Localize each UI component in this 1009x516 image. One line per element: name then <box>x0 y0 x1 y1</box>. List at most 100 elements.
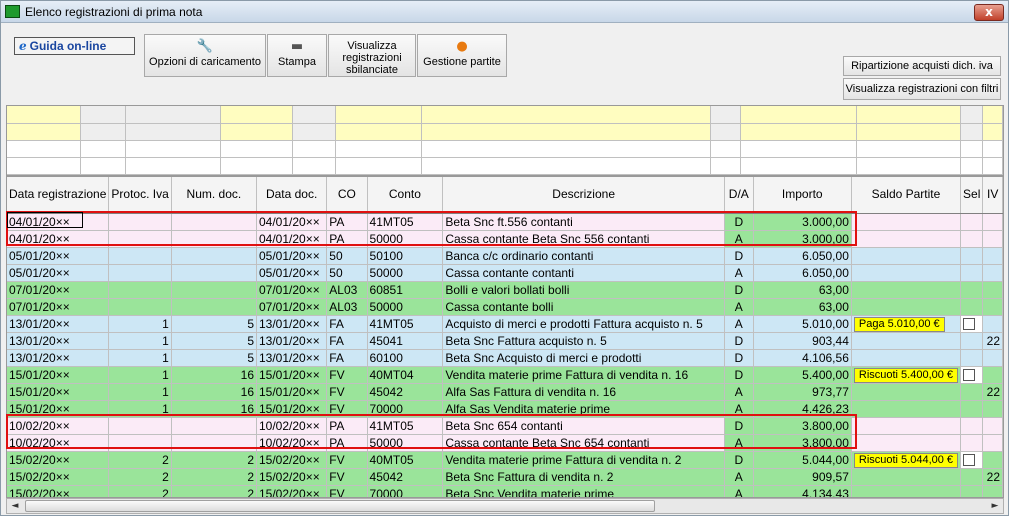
cell-conto[interactable]: 50000 <box>367 264 444 282</box>
cell-co[interactable]: PA <box>326 434 368 452</box>
cell-desc[interactable]: Alfa Sas Fattura di vendita n. 16 <box>442 383 725 401</box>
table-row[interactable]: 05/01/20×× 05/01/20×× 50 50100 Banca c/c ord… <box>7 247 1003 265</box>
cell-co[interactable]: FV <box>326 383 368 401</box>
filter-cell[interactable] <box>856 140 961 158</box>
cell-num[interactable] <box>171 213 258 231</box>
filter-cell[interactable] <box>7 106 82 124</box>
cell-da[interactable]: A <box>724 383 754 401</box>
cell-sel[interactable] <box>960 281 984 299</box>
sel-checkbox[interactable] <box>963 454 976 467</box>
filter-cell[interactable] <box>7 123 82 141</box>
cell-co[interactable]: AL03 <box>326 298 368 316</box>
cell-imp[interactable]: 4.426,23 <box>753 400 852 418</box>
filter-cell[interactable] <box>960 123 983 141</box>
table-row[interactable]: 15/01/20×× 1 16 15/01/20×× FV 40MT04 Vendita m… <box>7 366 1003 384</box>
cell-sel[interactable] <box>960 264 984 282</box>
cell-prot[interactable] <box>108 247 172 265</box>
cell-imp[interactable]: 63,00 <box>753 281 852 299</box>
cell-num[interactable] <box>171 281 258 299</box>
cell-da[interactable]: D <box>724 213 754 231</box>
cell-imp[interactable]: 909,57 <box>753 468 852 486</box>
scroll-left-icon[interactable]: ◄ <box>7 499 23 513</box>
cell-num[interactable]: 16 <box>171 366 258 384</box>
cell-imp[interactable]: 6.050,00 <box>753 247 852 265</box>
cell-desc[interactable]: Beta Snc 654 contanti <box>442 417 725 435</box>
table-row[interactable]: 07/01/20×× 07/01/20×× AL03 50000 Cassa conta… <box>7 298 1003 316</box>
cell-datadoc[interactable]: 07/01/20×× <box>256 298 328 316</box>
cell-desc[interactable]: Acquisto di merci e prodotti Fattura acq… <box>442 315 725 333</box>
filter-cell[interactable] <box>125 140 222 158</box>
cell-datadoc[interactable]: 10/02/20×× <box>256 417 328 435</box>
cell-prot[interactable]: 1 <box>108 400 172 418</box>
cell-datadoc[interactable]: 15/02/20×× <box>256 468 328 486</box>
cell-saldo[interactable] <box>851 434 962 452</box>
cell-da[interactable]: A <box>724 315 754 333</box>
cell-co[interactable]: 50 <box>326 247 368 265</box>
cell-imp[interactable]: 63,00 <box>753 298 852 316</box>
ripartizione-acquisti-button[interactable]: Ripartizione acquisti dich. iva <box>843 56 1001 76</box>
close-button[interactable]: x <box>974 4 1004 21</box>
cell-data[interactable]: 13/01/20×× <box>7 332 110 350</box>
cell-imp[interactable]: 5.400,00 <box>753 366 852 384</box>
filter-cell[interactable] <box>80 140 127 158</box>
filter-cell[interactable] <box>740 140 857 158</box>
cell-desc[interactable]: Cassa contante Beta Snc 556 contanti <box>442 230 725 248</box>
cell-saldo[interactable] <box>851 264 962 282</box>
cell-conto[interactable]: 70000 <box>367 400 444 418</box>
registrazioni-table[interactable]: Data registrazione Protoc. Iva Num. doc. Da… <box>7 177 1003 497</box>
cell-da[interactable]: A <box>724 264 754 282</box>
cell-conto[interactable]: 41MT05 <box>367 213 444 231</box>
cell-data[interactable]: 15/02/20×× <box>7 485 110 497</box>
filter-cell[interactable] <box>335 123 423 141</box>
filter-cell[interactable] <box>740 157 857 175</box>
cell-conto[interactable]: 40MT04 <box>367 366 444 384</box>
cell-num[interactable]: 16 <box>171 383 258 401</box>
filter-cell[interactable] <box>335 140 423 158</box>
cell-num[interactable] <box>171 230 258 248</box>
cell-datadoc[interactable]: 13/01/20×× <box>256 315 328 333</box>
cell-desc[interactable]: Beta Snc Acquisto di merci e prodotti <box>442 349 725 367</box>
cell-datadoc[interactable]: 07/01/20×× <box>256 281 328 299</box>
table-row[interactable]: 13/01/20×× 1 5 13/01/20×× FA 41MT05 Acquisto d… <box>7 315 1003 333</box>
cell-imp[interactable]: 6.050,00 <box>753 264 852 282</box>
cell-iv[interactable] <box>982 230 1003 248</box>
cell-datadoc[interactable]: 15/01/20×× <box>256 400 328 418</box>
cell-conto[interactable]: 41MT05 <box>367 417 444 435</box>
filter-cell[interactable] <box>220 123 294 141</box>
cell-prot[interactable]: 2 <box>108 485 172 497</box>
filter-cell[interactable] <box>125 157 222 175</box>
cell-prot[interactable] <box>108 230 172 248</box>
cell-data[interactable]: 05/01/20×× <box>7 247 110 265</box>
filter-cell[interactable] <box>421 123 712 141</box>
cell-da[interactable]: A <box>724 298 754 316</box>
cell-data[interactable]: 04/01/20×× <box>7 230 110 248</box>
filter-grid[interactable] <box>6 105 1004 176</box>
filter-cell[interactable] <box>220 140 294 158</box>
filter-cell[interactable] <box>421 106 712 124</box>
cell-prot[interactable] <box>108 213 172 231</box>
table-row[interactable]: 15/01/20×× 1 16 15/01/20×× FV 45042 Alfa Sas F… <box>7 383 1003 401</box>
cell-sel[interactable] <box>960 383 984 401</box>
cell-da[interactable]: A <box>724 230 754 248</box>
cell-imp[interactable]: 4.134,43 <box>753 485 852 497</box>
column-header[interactable]: Data doc. <box>256 177 328 214</box>
filter-cell[interactable] <box>740 123 857 141</box>
filter-cell[interactable] <box>982 123 1003 141</box>
cell-num[interactable]: 16 <box>171 400 258 418</box>
table-row[interactable]: 04/01/20×× 04/01/20×× PA 41MT05 Beta Snc ft.… <box>7 213 1003 231</box>
cell-conto[interactable]: 45042 <box>367 468 444 486</box>
cell-prot[interactable]: 2 <box>108 451 172 469</box>
filter-cell[interactable] <box>856 123 961 141</box>
cell-imp[interactable]: 5.044,00 <box>753 451 852 469</box>
cell-da[interactable]: D <box>724 451 754 469</box>
sel-checkbox[interactable] <box>963 318 976 331</box>
filter-cell[interactable] <box>80 157 127 175</box>
column-header[interactable]: Importo <box>753 177 852 214</box>
cell-sel[interactable] <box>960 349 984 367</box>
column-header[interactable]: Conto <box>367 177 444 214</box>
visualizza-sbilanciate-button[interactable]: Visualizza registrazioni sbilanciate <box>328 34 416 77</box>
filter-cell[interactable] <box>292 106 337 124</box>
cell-saldo[interactable] <box>851 400 962 418</box>
cell-sel[interactable] <box>960 332 984 350</box>
cell-num[interactable] <box>171 264 258 282</box>
